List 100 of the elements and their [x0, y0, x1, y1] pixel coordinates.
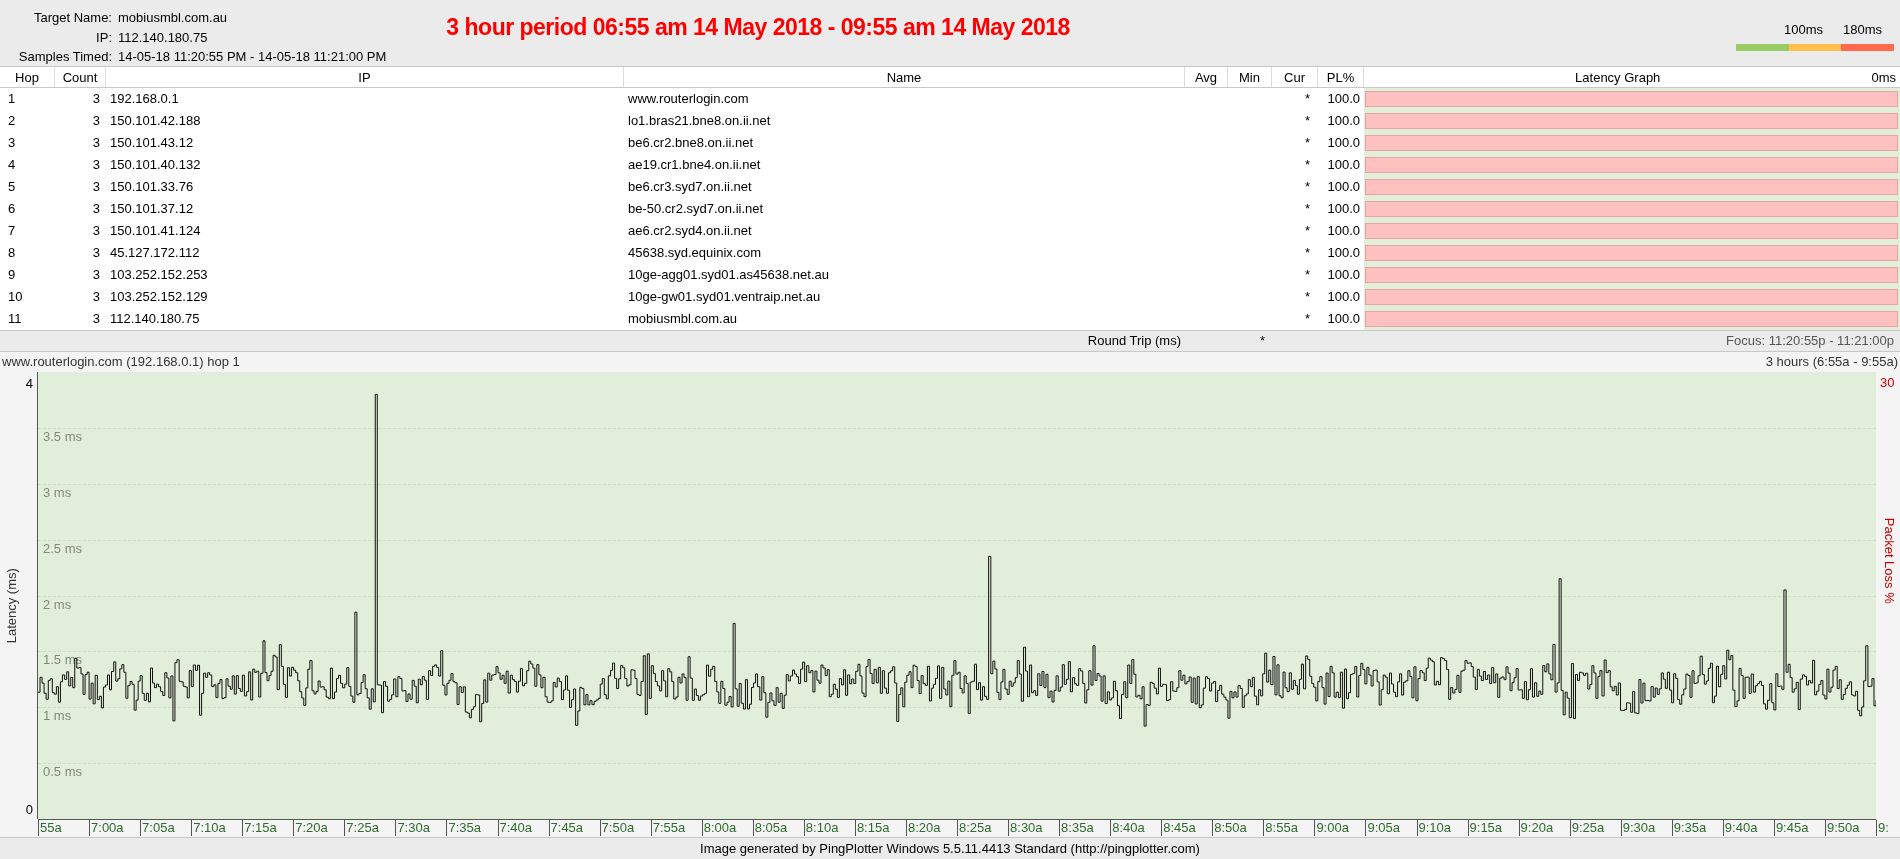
table-cell-text: 103.252.152.129	[109, 288, 209, 307]
table-cell-text: 3	[91, 266, 101, 285]
table-cell-text: 45638.syd.equinix.com	[627, 244, 762, 263]
table-cell-text: 100.0	[1326, 244, 1361, 263]
column-header[interactable]: IP	[106, 67, 624, 87]
column-header[interactable]: PL%	[1318, 67, 1364, 87]
x-axis-label: 9:25a	[1569, 820, 1605, 836]
table-cell-text: www.routerlogin.com	[627, 90, 750, 109]
table-cell-text: 10	[7, 288, 24, 307]
x-axis-label: 9:00a	[1314, 820, 1349, 836]
table-cell-text: *	[1303, 112, 1311, 131]
column-header[interactable]: Cur	[1272, 67, 1318, 87]
x-axis-label: 9:10a	[1416, 820, 1452, 836]
x-axis-label: 9:	[1876, 820, 1889, 836]
table-cell-text: 150.101.41.124	[109, 222, 202, 241]
x-axis-label: 8:25a	[957, 820, 992, 836]
x-axis-label: 7:15a	[242, 820, 277, 836]
table-cell-text: 150.101.43.12	[109, 134, 195, 153]
field-value: mobiusmbl.com.au	[118, 9, 229, 27]
field-label: Samples Timed:	[17, 48, 112, 66]
table-cell-text: 5	[7, 178, 17, 197]
focus-range: Focus: 11:20:55p - 11:21:00p	[1725, 332, 1895, 351]
table-cell-text: *	[1303, 156, 1311, 175]
y-axis-max: 4	[25, 375, 33, 393]
column-header[interactable]: Latency Graph 0ms	[1364, 67, 1900, 87]
x-axis-label: 7:30a	[395, 820, 430, 836]
table-cell-text: 100.0	[1326, 288, 1361, 307]
table-cell-text: *	[1303, 244, 1311, 263]
x-axis-label: 7:55a	[650, 820, 686, 836]
column-header[interactable]: Min	[1228, 67, 1272, 87]
table-cell-text: 2	[7, 112, 17, 131]
table-cell-text: *	[1303, 222, 1311, 241]
legend-label: 180ms	[1842, 21, 1882, 39]
round-trip-cur: *	[1258, 332, 1266, 351]
field-label: IP:	[95, 28, 112, 47]
x-axis-label: 9:15a	[1467, 820, 1503, 836]
table-cell-text: *	[1303, 90, 1311, 109]
gridline-label: 0.5 ms	[43, 764, 82, 780]
table-cell-text: 3	[91, 178, 101, 197]
table-cell-text: 103.252.152.253	[109, 266, 209, 285]
table-cell-text: 100.0	[1326, 310, 1361, 329]
table-cell-text: 45.127.172.112	[109, 244, 201, 263]
x-axis-label: 9:45a	[1773, 820, 1809, 836]
table-cell-text: 112.140.180.75	[109, 310, 201, 329]
column-header[interactable]: Name	[624, 67, 1185, 87]
x-axis-label: 8:05a	[752, 820, 788, 836]
table-cell-text: 150.101.40.132	[109, 156, 202, 175]
x-axis-label: 7:05a	[140, 820, 175, 836]
x-axis-label: 7:45a	[548, 820, 584, 836]
table-cell-text: *	[1303, 288, 1311, 307]
table-cell-text: 100.0	[1326, 156, 1361, 175]
column-header[interactable]: Avg	[1185, 67, 1228, 87]
x-axis-label: 9:20a	[1518, 820, 1554, 836]
table-cell-text: 100.0	[1326, 200, 1361, 219]
table-cell-text: *	[1303, 178, 1311, 197]
x-axis-label: 7:50a	[599, 820, 635, 836]
table-cell-text: 3	[91, 222, 101, 241]
legend-label: 100ms	[1783, 21, 1823, 39]
table-cell-text: 3	[91, 112, 101, 131]
table-cell-text: 7	[7, 222, 17, 241]
graph-range: 3 hours (6:55a - 9:55a)	[1765, 353, 1898, 372]
table-cell-text: 3	[7, 134, 17, 153]
x-axis-label: 55a	[38, 820, 62, 836]
x-axis-label: 7:40a	[497, 820, 533, 836]
x-axis-label: 7:10a	[191, 820, 226, 836]
table-cell-text: 8	[7, 244, 17, 263]
table-cell-text: 3	[91, 244, 101, 263]
table-cell-text: *	[1303, 200, 1311, 219]
table-cell-text: 10ge-gw01.syd01.ventraip.net.au	[627, 288, 822, 307]
x-axis-label: 8:00a	[701, 820, 737, 836]
x-axis-label: 8:45a	[1161, 820, 1196, 836]
table-cell-text: be-50.cr2.syd7.on.ii.net	[627, 200, 765, 219]
column-header[interactable]: Count	[55, 67, 106, 87]
gridline-label: 1.5 ms	[43, 652, 82, 668]
table-cell-text: 6	[7, 200, 17, 219]
x-axis-label: 8:30a	[1008, 820, 1043, 836]
table-cell-text: 100.0	[1326, 134, 1361, 153]
table-cell-text: 150.101.37.12	[109, 200, 195, 219]
footer-credit: Image generated by PingPlotter Windows 5.5.11.4413 Standard (http://pingplotter.com)	[700, 839, 1200, 858]
gridline-label: 3.5 ms	[43, 428, 82, 444]
field-value: 14-05-18 11:20:55 PM - 14-05-18 11:21:00 PM	[118, 48, 387, 66]
x-axis-label: 9:50a	[1824, 820, 1860, 836]
table-cell-text: 3	[91, 90, 101, 109]
table-cell-text: ae19.cr1.bne4.on.ii.net	[627, 156, 762, 175]
table-cell-text: 100.0	[1326, 112, 1361, 131]
table-cell-text: *	[1303, 134, 1311, 153]
x-axis-label: 8:40a	[1110, 820, 1145, 836]
field-value: 112.140.180.75	[118, 28, 209, 47]
gridline-label: 1 ms	[43, 708, 72, 724]
table-cell-text: 192.168.0.1	[109, 90, 180, 109]
table-cell-text: 100.0	[1326, 266, 1361, 285]
table-cell-text: 9	[7, 266, 17, 285]
gridline-label: 2.5 ms	[43, 540, 82, 556]
field-label: Target Name:	[32, 9, 112, 27]
table-cell-text: 3	[91, 310, 101, 329]
column-header[interactable]: Hop	[0, 67, 55, 87]
table-cell-text: 10ge-agg01.syd01.as45638.net.au	[627, 266, 830, 285]
x-axis-label: 8:15a	[854, 820, 890, 836]
x-axis-label: 8:55a	[1263, 820, 1298, 836]
x-axis-label: 8:20a	[905, 820, 941, 836]
